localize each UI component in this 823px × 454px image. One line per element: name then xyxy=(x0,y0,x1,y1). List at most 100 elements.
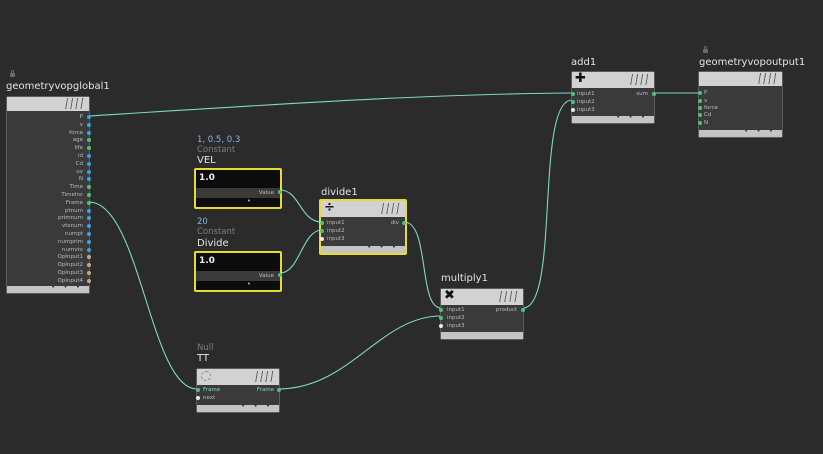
node-body[interactable]: 1.0 Value • xyxy=(194,168,282,209)
footer-flags[interactable]: • xyxy=(247,197,254,205)
node-body[interactable]: Pv force age life id Cd uv N Time TimeInc Frame ptn… xyxy=(6,96,91,294)
node-header[interactable] xyxy=(197,369,279,385)
node-name[interactable]: multiply1 xyxy=(441,273,488,284)
node-body[interactable]: ✚ input1 input2 input3 sum • • • xyxy=(571,71,656,124)
input-port-frame[interactable] xyxy=(196,388,200,392)
footer-flags[interactable]: • • • xyxy=(744,127,776,135)
input-port-input2[interactable] xyxy=(439,316,443,320)
output-port-opinput2[interactable] xyxy=(87,263,91,268)
node-name[interactable]: geometryvopglobal1 xyxy=(6,81,110,92)
node-header[interactable]: 1.0 xyxy=(196,170,280,188)
output-port-numprim[interactable] xyxy=(87,239,91,244)
input-port-input3[interactable] xyxy=(571,108,575,112)
output-port-id[interactable] xyxy=(87,154,91,158)
node-header[interactable] xyxy=(699,72,782,86)
port-label-numvtx: numvtx xyxy=(62,246,83,253)
output-port-time[interactable] xyxy=(87,185,91,190)
output-port-uv[interactable] xyxy=(87,169,91,174)
wire-div-to-multiply-input1[interactable] xyxy=(403,221,442,309)
output-port-force[interactable] xyxy=(87,130,91,135)
output-port-opinput1[interactable] xyxy=(87,255,91,260)
node-header[interactable] xyxy=(7,97,89,111)
input-port-input2[interactable] xyxy=(320,229,324,233)
node-header[interactable]: 1.0 xyxy=(196,253,280,271)
input-port-n[interactable] xyxy=(698,121,702,125)
output-port-product[interactable] xyxy=(521,308,525,312)
footer-flags[interactable]: • xyxy=(247,280,254,288)
node-body[interactable]: ÷ input1 input2 input3 div • • • xyxy=(319,199,407,255)
port-label-input3: input3 xyxy=(447,323,465,329)
input-port-next[interactable] xyxy=(196,396,200,400)
input-port-input2[interactable] xyxy=(571,100,575,104)
node-body[interactable]: Frame next Frame • • • xyxy=(196,368,281,413)
output-port-v[interactable] xyxy=(87,122,91,127)
output-port-cd[interactable] xyxy=(87,161,91,166)
node-footer[interactable]: • xyxy=(196,280,280,290)
output-port-div[interactable] xyxy=(402,221,406,225)
input-port-v[interactable] xyxy=(698,99,702,103)
port-label-div: div xyxy=(390,220,399,226)
port-label-ptnum: ptnum xyxy=(65,207,83,214)
node-footer[interactable]: • • • xyxy=(572,113,654,123)
wire-divconst-to-divide-input2[interactable] xyxy=(279,229,323,274)
input-port-cd[interactable] xyxy=(698,113,702,117)
node-footer[interactable]: • xyxy=(196,197,280,207)
wire-tt-to-multiply-input2[interactable] xyxy=(277,315,442,390)
port-label-force: force xyxy=(704,105,718,111)
footer-flags[interactable]: • • • xyxy=(241,402,273,410)
node-name[interactable]: Divide xyxy=(197,238,229,249)
output-port-vtxnum[interactable] xyxy=(87,224,91,229)
node-name[interactable]: add1 xyxy=(571,57,596,68)
footer-flags[interactable]: • • • xyxy=(616,113,648,121)
node-name[interactable]: divide1 xyxy=(321,187,358,198)
footer-flags[interactable]: • • • xyxy=(51,283,83,291)
output-port-sum[interactable] xyxy=(652,92,656,96)
node-footer[interactable]: • • • xyxy=(197,402,279,412)
output-port-age[interactable] xyxy=(87,138,91,143)
wire-vel-to-divide-input1[interactable] xyxy=(279,189,323,223)
footer-flags[interactable]: • • • xyxy=(367,243,399,251)
node-name[interactable]: geometryvopoutput1 xyxy=(699,57,805,68)
output-port-opinput3[interactable] xyxy=(87,271,91,275)
lock-icon[interactable] xyxy=(10,70,15,77)
input-port-force[interactable] xyxy=(698,106,702,110)
output-port-numpt[interactable] xyxy=(87,232,91,236)
output-port-frame[interactable] xyxy=(277,388,281,392)
output-port-timeinc[interactable] xyxy=(87,193,91,197)
lock-icon[interactable] xyxy=(703,46,708,53)
input-port-input3[interactable] xyxy=(439,324,443,328)
node-body[interactable]: ✖ input1 input2 input3 product xyxy=(439,288,525,340)
output-port-frame[interactable] xyxy=(87,200,91,205)
node-footer[interactable]: • • • xyxy=(7,283,89,293)
port-label-numpt: numpt xyxy=(65,231,83,237)
wire-p-to-add-input1[interactable] xyxy=(88,92,573,117)
node-footer[interactable]: • • • xyxy=(699,127,782,137)
node-name[interactable]: TT xyxy=(197,353,209,364)
divide-icon: ÷ xyxy=(324,200,335,215)
output-port-ptnum[interactable] xyxy=(87,208,91,213)
port-label-input3: input3 xyxy=(327,236,345,242)
input-port-input3[interactable] xyxy=(320,237,324,241)
input-port-input1[interactable] xyxy=(439,308,443,312)
output-port-numvtx[interactable] xyxy=(87,247,91,252)
node-body[interactable]: 1.0 Value • xyxy=(194,251,282,292)
node-body[interactable]: P v force Cd N • • • xyxy=(698,71,783,138)
node-name[interactable]: VEL xyxy=(197,155,216,166)
node-header[interactable]: ÷ xyxy=(321,201,405,217)
node-header[interactable]: ✖ xyxy=(441,289,523,305)
node-header[interactable]: ✚ xyxy=(572,72,654,88)
wire-frame-to-tt-frame[interactable] xyxy=(88,201,198,390)
output-port-value[interactable] xyxy=(278,273,282,277)
output-port-opinput4[interactable] xyxy=(87,278,91,283)
node-footer[interactable] xyxy=(441,332,523,339)
output-port-value[interactable] xyxy=(278,190,282,194)
input-port-input1[interactable] xyxy=(571,92,575,96)
wire-product-to-add-input2[interactable] xyxy=(522,99,573,309)
node-footer[interactable]: • • • xyxy=(321,243,405,253)
output-port-p[interactable] xyxy=(87,115,91,119)
output-port-n[interactable] xyxy=(87,177,91,182)
input-port-p[interactable] xyxy=(698,91,702,95)
output-port-primnum[interactable] xyxy=(87,216,91,221)
input-port-input1[interactable] xyxy=(320,221,324,225)
output-port-life[interactable] xyxy=(87,146,91,151)
